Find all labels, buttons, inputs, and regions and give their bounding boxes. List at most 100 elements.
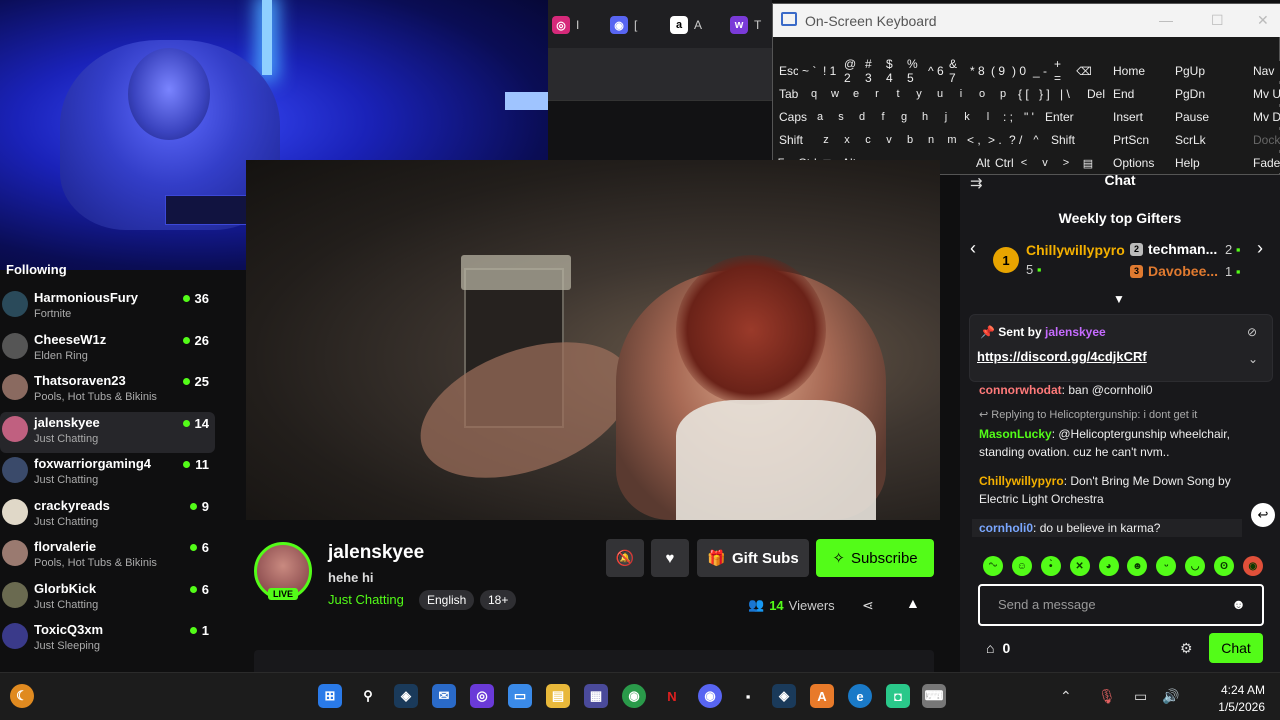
chevron-down-icon[interactable]: ⌄ — [1248, 352, 1258, 366]
gifter-entry[interactable]: 3 Davobee... 1 ▪ — [1130, 263, 1240, 279]
osk-key[interactable]: h — [915, 107, 935, 127]
osk-key[interactable]: v — [1035, 153, 1055, 173]
osk-nav-key[interactable]: Mv Dn — [1249, 107, 1280, 127]
osk-titlebar[interactable]: On-Screen Keyboard — ☐ ✕ — [773, 4, 1280, 37]
tag-age[interactable]: 18+ — [480, 590, 517, 610]
minimize-icon[interactable]: — — [1159, 12, 1173, 28]
emote-icon[interactable]: ᵔᵕ — [983, 556, 1003, 576]
osk-taskbar-icon[interactable]: ⌨ — [922, 684, 946, 708]
osk-key[interactable]: + = — [1050, 57, 1070, 85]
osk-nav-key[interactable]: PgUp — [1171, 61, 1229, 81]
taskbar-clock[interactable]: 4:24 AM 1/5/2026 — [1195, 682, 1265, 716]
osk-key[interactable]: n — [921, 130, 941, 150]
osk-key[interactable]: e — [846, 84, 866, 104]
osk-key[interactable]: : ; — [999, 107, 1019, 127]
close-icon[interactable]: ✕ — [1257, 12, 1269, 29]
share-icon[interactable]: ⋖ — [862, 597, 874, 614]
osk-key[interactable]: g — [894, 107, 914, 127]
osk-key[interactable]: ? / — [1005, 130, 1025, 150]
osk-key[interactable]: c — [858, 130, 878, 150]
mail-icon[interactable]: ✉ — [432, 684, 456, 708]
expand-pinned-icon[interactable]: ▼ — [1113, 292, 1125, 306]
osk-nav-key[interactable]: Options — [1109, 153, 1167, 173]
osk-key[interactable]: Ctrl — [991, 153, 1014, 173]
osk-nav-key[interactable]: Fade — [1249, 153, 1280, 173]
osk-key[interactable]: Shift — [775, 130, 815, 150]
sidebar-channel[interactable]: Thatsoraven23 Pools, Hot Tubs & Bikinis 25 — [0, 370, 215, 411]
osk-key[interactable]: q — [804, 84, 824, 104]
osk-key[interactable]: ^ — [1026, 130, 1046, 150]
osk-key[interactable]: Caps — [775, 107, 809, 127]
osk-key[interactable]: o — [972, 84, 992, 104]
osk-key[interactable]: # 3 — [861, 57, 881, 85]
folder-icon[interactable]: ▤ — [546, 684, 570, 708]
gifter-entry[interactable]: 2 techman... 2 ▪ — [1130, 241, 1240, 257]
osk-key[interactable]: | \ — [1056, 84, 1082, 104]
reply-context[interactable]: ↩ Replying to Helicoptergunship: i dont … — [979, 406, 1259, 424]
osk-key[interactable]: ~ ` — [798, 61, 818, 81]
chevron-left-icon[interactable]: ‹ — [970, 238, 976, 259]
osk-key[interactable]: < — [1014, 153, 1034, 173]
osk-key[interactable]: z — [816, 130, 836, 150]
osk-nav-key[interactable]: Nav — [1249, 61, 1280, 81]
chevron-up-icon[interactable]: ⌃ — [1060, 688, 1072, 705]
channel-points[interactable]: ⌂ 0 — [986, 640, 1010, 656]
app-icon[interactable]: ▪ — [736, 684, 760, 708]
osk-key[interactable]: b — [900, 130, 920, 150]
osk-key[interactable]: _ - — [1029, 61, 1049, 81]
window-icon[interactable]: ▭ — [508, 684, 532, 708]
osk-nav-key[interactable]: ScrLk — [1171, 130, 1229, 150]
osk-key[interactable]: < , — [963, 130, 983, 150]
osk-key[interactable]: { [ — [1014, 84, 1034, 104]
osk-key[interactable]: ^ 6 — [924, 61, 944, 81]
osk-key[interactable]: r — [867, 84, 887, 104]
sidebar-channel[interactable]: crackyreads Just Chatting 9 — [0, 495, 215, 536]
emote-icon[interactable]: ✕ — [1069, 556, 1090, 576]
edge-icon[interactable]: e — [848, 684, 872, 708]
sidebar-channel[interactable]: GlorbKick Just Chatting 6 — [0, 578, 215, 619]
stream-category[interactable]: Just Chatting — [328, 592, 404, 607]
osk-key[interactable]: i — [951, 84, 971, 104]
start-icon[interactable]: ⊞ — [318, 684, 342, 708]
search-icon[interactable]: ⚲ — [356, 684, 380, 708]
report-icon[interactable]: ▲ — [906, 595, 920, 611]
osk-key[interactable]: v — [879, 130, 899, 150]
sidebar-channel[interactable]: florvalerie Pools, Hot Tubs & Bikinis 6 — [0, 536, 215, 577]
maximize-icon[interactable]: ☐ — [1211, 12, 1224, 29]
emote-icon[interactable]: ◉ — [1242, 556, 1263, 576]
sidebar-channel[interactable]: foxwarriorgaming4 Just Chatting 11 — [0, 453, 215, 494]
osk-key[interactable]: & 7 — [945, 57, 965, 85]
steam-icon[interactable]: ◈ — [772, 684, 796, 708]
osk-key[interactable]: ▤ — [1077, 153, 1099, 173]
bookmark-instagram[interactable]: ◎ I — [552, 16, 579, 34]
emote-icon[interactable]: ◡ — [1185, 556, 1206, 576]
tag-language[interactable]: English — [419, 590, 475, 610]
osk-key[interactable]: * 8 — [966, 61, 986, 81]
osk-key[interactable]: m — [942, 130, 962, 150]
emote-icon[interactable]: •̀ — [1040, 556, 1061, 576]
discord-icon[interactable]: ◉ — [698, 684, 722, 708]
osk-nav-key[interactable]: PrtScn — [1109, 130, 1167, 150]
chat-username[interactable]: connorwhodat — [979, 383, 1062, 397]
bookmark-discord[interactable]: ◉[ — [610, 16, 637, 34]
osk-key[interactable]: w — [825, 84, 845, 104]
gear-icon[interactable]: ⚙ — [1180, 640, 1193, 657]
hide-pin-icon[interactable]: ⊘ — [1247, 325, 1257, 339]
osk-key[interactable]: $ 4 — [882, 57, 902, 85]
app-icon[interactable]: ◎ — [470, 684, 494, 708]
osk-key[interactable]: s — [831, 107, 851, 127]
osk-key[interactable]: Alt — [972, 153, 990, 173]
osk-key[interactable]: > — [1056, 153, 1076, 173]
osk-nav-key[interactable]: Dock — [1249, 130, 1280, 150]
emoji-icon[interactable]: ☻ — [1231, 596, 1246, 612]
osk-nav-key[interactable]: End — [1109, 84, 1167, 104]
bookmark-amazon[interactable]: aA — [670, 16, 702, 34]
osk-key[interactable]: x — [837, 130, 857, 150]
sidebar-channel[interactable]: CheeseW1z Elden Ring 26 — [0, 329, 215, 370]
gift-subs-button[interactable]: 🎁 Gift Subs — [697, 539, 809, 577]
follow-button[interactable]: ♥ — [651, 539, 689, 577]
osk-key[interactable]: y — [909, 84, 929, 104]
osk-key[interactable]: l — [978, 107, 998, 127]
emote-icon[interactable]: ʘ — [1214, 556, 1234, 576]
send-chat-button[interactable]: Chat — [1209, 633, 1263, 663]
